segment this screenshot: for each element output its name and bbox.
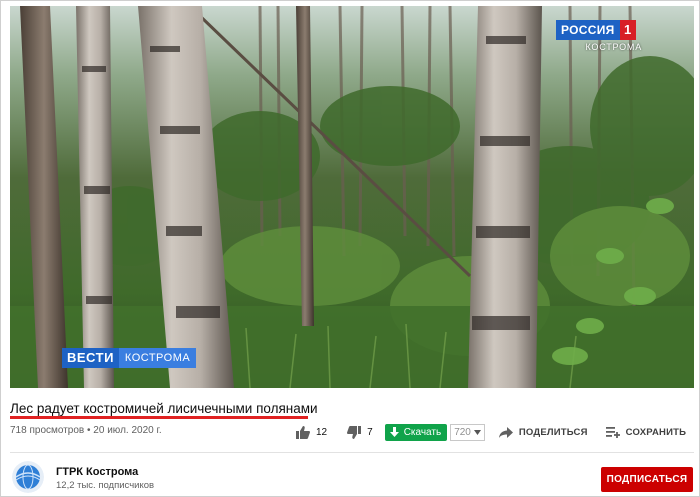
save-label: СОХРАНИТЬ: [625, 426, 687, 438]
news-logo-brand: ВЕСТИ: [62, 348, 119, 368]
download-label: Скачать: [403, 426, 442, 438]
channel-name[interactable]: ГТРК Кострома: [56, 466, 138, 478]
like-button[interactable]: 12: [296, 425, 347, 439]
video-actions-bar: 12 7 Скачать 720 ПОДЕЛИТЬСЯ СОХРАНИТЬ: [296, 423, 700, 441]
channel-watermark-region: КОСТРОМА: [585, 42, 642, 52]
quality-value: 720: [454, 426, 471, 438]
share-label: ПОДЕЛИТЬСЯ: [518, 426, 588, 438]
channel-globe-logo: [12, 461, 44, 493]
share-button[interactable]: ПОДЕЛИТЬСЯ: [498, 426, 588, 438]
video-title: Лес радует костромичей лисичечными полян…: [10, 401, 318, 416]
share-arrow-icon: [498, 426, 513, 438]
section-divider: [10, 452, 694, 453]
thumbs-down-icon: [347, 425, 362, 439]
video-meta: 718 просмотров • 20 июл. 2020 г.: [10, 425, 162, 436]
title-underline-highlight: [10, 416, 308, 419]
news-logo-region: КОСТРОМА: [118, 348, 197, 368]
video-frame-forest: [10, 6, 694, 388]
dislike-button[interactable]: 7: [347, 425, 385, 439]
channel-watermark: РОССИЯ 1 КОСТРОМА: [556, 20, 642, 52]
quality-select[interactable]: 720: [450, 423, 485, 441]
download-button[interactable]: Скачать: [384, 423, 448, 441]
dislike-count: 7: [367, 426, 373, 438]
thumbs-up-icon: [296, 425, 310, 439]
view-count: 718 просмотров: [10, 425, 85, 436]
channel-watermark-number: 1: [619, 20, 636, 40]
channel-avatar[interactable]: [12, 461, 44, 493]
subscribe-button[interactable]: ПОДПИСАТЬСЯ: [601, 467, 693, 492]
news-program-logo: ВЕСТИ КОСТРОМА: [62, 348, 197, 368]
channel-watermark-name: РОССИЯ: [556, 20, 620, 40]
chevron-down-icon: [473, 429, 481, 435]
save-button[interactable]: СОХРАНИТЬ: [605, 426, 687, 438]
download-arrow-icon: [389, 427, 399, 437]
video-player[interactable]: РОССИЯ 1 КОСТРОМА ВЕСТИ КОСТРОМА: [10, 6, 694, 388]
publish-date: 20 июл. 2020 г.: [93, 425, 162, 436]
playlist-add-icon: [605, 426, 620, 438]
subscriber-count: 12,2 тыс. подписчиков: [56, 480, 155, 491]
like-count: 12: [316, 426, 328, 438]
